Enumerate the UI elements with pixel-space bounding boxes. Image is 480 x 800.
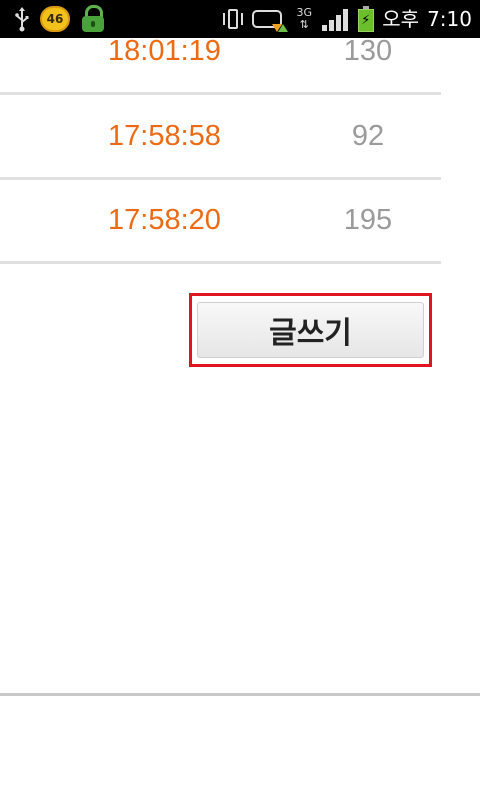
row-time: 17:58:20 <box>108 204 221 236</box>
list-item[interactable]: 17:58:20 195 <box>0 179 441 264</box>
row-time: 18:01:19 <box>108 35 221 67</box>
list-item[interactable]: 18:01:19 130 <box>0 10 441 95</box>
row-count: 195 <box>343 204 393 236</box>
write-button-highlight: 글쓰기 <box>189 293 432 367</box>
row-count: 130 <box>343 35 393 67</box>
bottom-divider <box>0 693 480 696</box>
row-time: 17:58:58 <box>108 120 221 152</box>
row-count: 92 <box>351 120 385 152</box>
write-button[interactable]: 글쓰기 <box>197 302 424 358</box>
list-item[interactable]: 17:58:58 92 <box>0 95 441 180</box>
